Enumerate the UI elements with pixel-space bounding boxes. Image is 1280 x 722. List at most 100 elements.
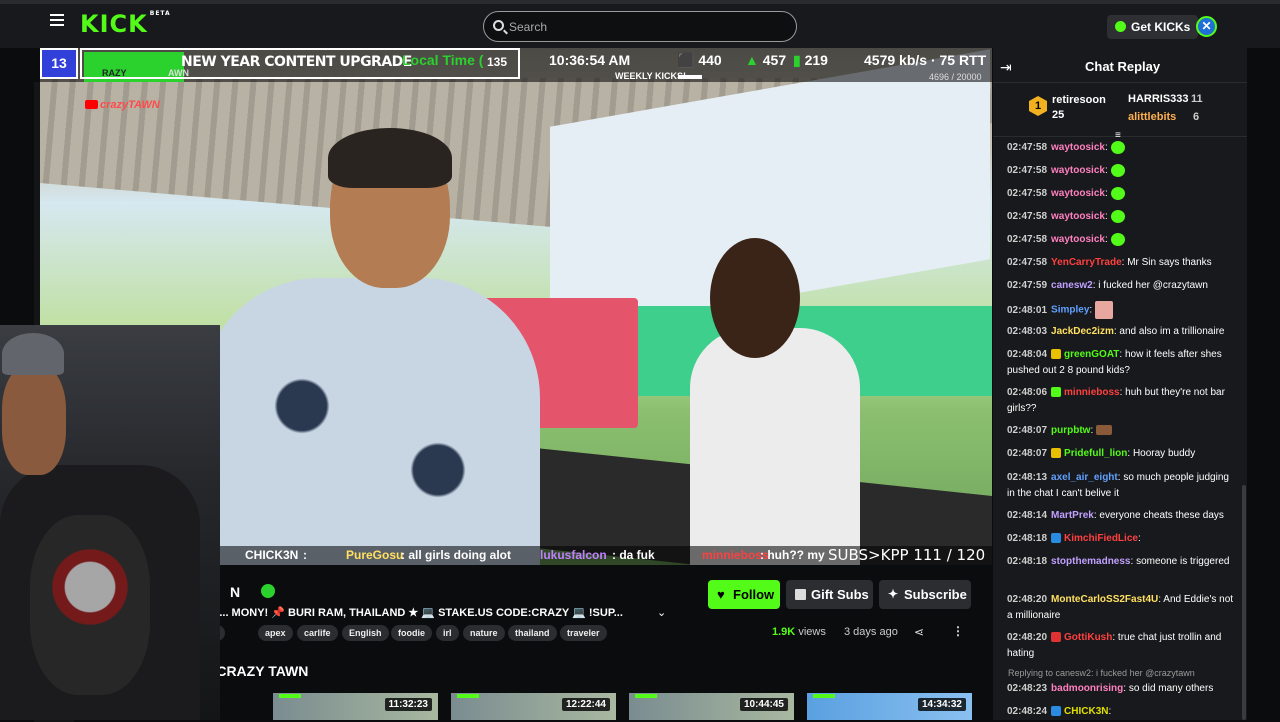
search-icon [493, 20, 504, 31]
emote-icon [1110, 140, 1125, 154]
leader-name[interactable]: HARRIS333 [1128, 93, 1189, 105]
chat-separator: : [1104, 188, 1111, 199]
video-duration: 11:32:23 [384, 698, 432, 711]
tag[interactable]: English [342, 625, 389, 641]
chat-message: 02:47:58 waytoosick: [1007, 209, 1239, 225]
reply-context: Replying to canesw2: i fucked her @crazy… [1008, 668, 1195, 678]
tag[interactable]: irl [436, 625, 459, 641]
chat-separator: : [1104, 234, 1111, 245]
chat-title: Chat Replay [1085, 59, 1161, 74]
subscribe-button[interactable]: Subscribe [879, 580, 971, 609]
gift-subs-button[interactable]: Gift Subs [786, 580, 873, 609]
chat-message: 02:48:07 Pridefull_lion: Hooray buddy [1007, 446, 1239, 462]
emote-icon [1110, 209, 1125, 223]
message-timestamp: 02:48:24 [1007, 706, 1048, 717]
kick-logo[interactable]: KICK BETA [80, 10, 171, 38]
user-badge-icon [1051, 632, 1062, 643]
message-timestamp: 02:48:07 [1007, 425, 1048, 436]
message-timestamp: 02:48:18 [1007, 556, 1048, 567]
leader-count: 11 [1191, 93, 1203, 105]
chat-username[interactable]: canesw2 [1051, 280, 1093, 291]
menu-icon[interactable] [50, 14, 64, 26]
overlay-time: 10:36:54 AM [549, 52, 631, 68]
video-thumbnail[interactable]: 12:22:44 [451, 693, 616, 720]
more-options-icon[interactable]: ⋮ [952, 624, 964, 638]
chat-username[interactable]: KimchiFiedLice [1064, 533, 1138, 544]
overlay-bitrate: 4579 kb/s · 75 RTT [864, 52, 987, 68]
user-badge-icon [1051, 533, 1062, 544]
chat-message: 02:48:23 badmoonrising: so did many other… [1007, 681, 1239, 697]
chat-separator: : [1104, 211, 1111, 222]
leader-name[interactable]: alittlebits [1128, 111, 1176, 123]
collapse-chat-icon[interactable]: ⇥ [1000, 59, 1012, 76]
follow-button[interactable]: Follow [708, 580, 780, 609]
overlay-count: 135 [487, 55, 508, 69]
tag[interactable]: nature [463, 625, 505, 641]
subs-counter: SUBS>KPP 111 / 120 [828, 546, 986, 564]
user-badge-icon [1051, 349, 1062, 360]
overlay-viewers-stat: ▲ 457 [745, 52, 787, 68]
chat-username[interactable]: greenGOAT [1064, 349, 1119, 360]
tag[interactable]: carlife [297, 625, 338, 641]
chat-message: 02:48:18 KimchiFiedLice: [1007, 531, 1239, 547]
search-placeholder: Search [509, 20, 548, 34]
chat-message: 02:48:07 purpbtw: [1007, 423, 1239, 439]
chat-username[interactable]: waytoosick [1051, 142, 1105, 153]
message-timestamp: 02:48:23 [1007, 683, 1048, 694]
chat-username[interactable]: purpbtw [1051, 425, 1090, 436]
overlay-bars-stat: ▮ 219 [793, 52, 828, 68]
chat-username[interactable]: waytoosick [1051, 211, 1105, 222]
chat-username[interactable]: JackDec2izm [1051, 326, 1114, 337]
verified-icon [261, 584, 275, 598]
tag[interactable]: apex [258, 625, 293, 641]
chat-username[interactable]: badmoonrising [1051, 683, 1123, 694]
ticker-text: : da fuk [612, 548, 655, 562]
message-timestamp: 02:48:06 [1007, 387, 1048, 398]
tag[interactable]: thailand [508, 625, 557, 641]
leader-name[interactable]: retiresoon [1052, 94, 1106, 106]
webcam-overlay [0, 325, 220, 720]
tag[interactable]: foodie [391, 625, 432, 641]
chat-scrollbar[interactable] [1242, 485, 1246, 720]
chat-username[interactable]: Pridefull_lion [1064, 448, 1127, 459]
chat-username[interactable]: waytoosick [1051, 165, 1105, 176]
chat-username[interactable]: YenCarryTrade [1051, 257, 1122, 268]
tag[interactable]: traveler [560, 625, 607, 641]
video-thumbnail[interactable]: 10:44:45 [629, 693, 794, 720]
video-thumbnail[interactable]: 14:34:32 [807, 693, 972, 720]
user-avatar-icon[interactable]: ✕ [1196, 16, 1217, 37]
chat-username[interactable]: axel_air_eight [1051, 472, 1118, 483]
ticker-user: PureGosu [346, 548, 404, 562]
message-timestamp: 02:48:01 [1007, 304, 1048, 316]
chat-username[interactable]: minnieboss [1064, 387, 1120, 398]
chat-username[interactable]: GottiKush [1064, 632, 1112, 643]
message-timestamp: 02:47:58 [1007, 234, 1048, 245]
chat-username[interactable]: Simpley [1051, 305, 1089, 316]
chat-message: 02:48:04 greenGOAT: how it feels after sh… [1007, 347, 1239, 379]
chat-separator: : [1108, 706, 1112, 717]
search-input[interactable]: Search [483, 11, 797, 42]
chat-message: 02:48:03 JackDec2izm: and also im a trill… [1007, 324, 1239, 340]
overlay-weekly-count: 4696 / 20000 [929, 72, 982, 82]
video-duration: 12:22:44 [561, 698, 610, 711]
chevron-down-icon[interactable]: ⌄ [657, 606, 666, 619]
chat-username[interactable]: CHICK3N [1064, 706, 1108, 717]
chat-message: 02:47:59 canesw2: i fucked her @crazytawn [1007, 278, 1239, 294]
video-scene-person [670, 238, 870, 565]
chat-username[interactable]: waytoosick [1051, 188, 1105, 199]
chat-message-text: so did many others [1128, 683, 1214, 694]
overlay-weekly-label: WEEKLY KICKS! [615, 71, 687, 81]
message-timestamp: 02:47:58 [1007, 257, 1048, 268]
chat-username[interactable]: MartPrek [1051, 510, 1094, 521]
emote-icon [1110, 186, 1125, 200]
overlay-local-time-label: Local Time ( [402, 52, 484, 68]
video-thumbnail[interactable]: 11:32:23 [273, 693, 438, 720]
get-kicks-button[interactable]: Get KICKs [1107, 15, 1199, 39]
leader-count: 25 [1052, 109, 1065, 121]
user-badge-icon [1051, 387, 1062, 398]
chat-username[interactable]: waytoosick [1051, 234, 1105, 245]
share-icon[interactable]: ⋖ [914, 625, 924, 639]
chat-username[interactable]: stopthemadness [1051, 556, 1130, 567]
chat-username[interactable]: MonteCarloSS2Fast4U [1051, 594, 1158, 605]
streamer-name[interactable]: N [230, 584, 240, 600]
